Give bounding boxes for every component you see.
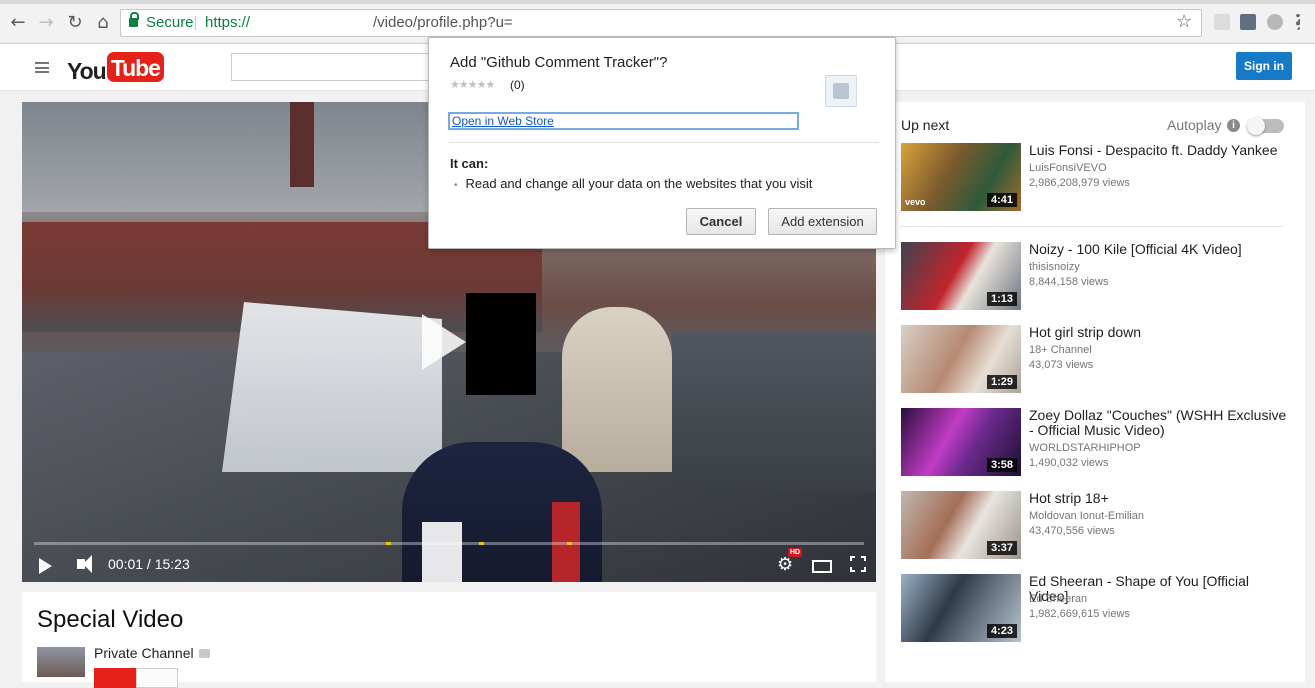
redaction-block — [466, 293, 536, 395]
video-title[interactable]: Hot girl strip down — [1029, 325, 1289, 340]
duration-badge: 4:23 — [986, 624, 1017, 638]
player-controls: 00:01 / 15:23 ⚙ HD — [22, 546, 876, 582]
video-thumbnail[interactable]: 3:37 — [901, 491, 1021, 559]
list-item[interactable]: 1:29 Hot girl strip down 18+ Channel 43,… — [901, 325, 1286, 395]
divider — [449, 142, 879, 143]
lock-icon — [129, 12, 139, 27]
video-channel: Ed Sheeran — [1029, 593, 1088, 605]
dialog-title: Add "Github Comment Tracker"? — [450, 54, 668, 71]
hd-badge: HD — [788, 548, 803, 557]
channel-name[interactable]: Private Channel — [94, 645, 210, 661]
list-item[interactable]: 4:23 Ed Sheeran - Shape of You [Official… — [901, 574, 1286, 644]
add-extension-button[interactable]: Add extension — [768, 208, 877, 235]
video-title[interactable]: Zoey Dollaz "Couches" (WSHH Exclusive - … — [1029, 408, 1289, 438]
cancel-button[interactable]: Cancel — [686, 208, 756, 235]
video-title[interactable]: Luis Fonsi - Despacito ft. Daddy Yankee — [1029, 143, 1289, 158]
vevo-logo: vevo — [905, 197, 926, 207]
duration-badge: 3:37 — [986, 541, 1017, 555]
video-frame-tent — [222, 302, 442, 472]
extension-badge-icon[interactable] — [1240, 14, 1256, 30]
ad-marker — [567, 542, 572, 545]
verified-icon — [198, 649, 210, 658]
bookmark-star-icon[interactable]: ☆ — [1176, 11, 1192, 32]
list-item[interactable]: vevo 4:41 Luis Fonsi - Despacito ft. Dadd… — [901, 143, 1286, 213]
video-channel: 18+ Channel — [1029, 344, 1092, 356]
video-thumbnail[interactable]: vevo 4:41 — [901, 143, 1021, 211]
divider — [901, 226, 1283, 227]
video-views: 43,470,556 views — [1029, 525, 1115, 537]
up-next-sidebar: Up next Autoplay i vevo 4:41 Luis Fonsi -… — [885, 102, 1305, 682]
list-item[interactable]: 3:58 Zoey Dollaz "Couches" (WSHH Exclusi… — [901, 408, 1286, 478]
duration-badge: 4:41 — [986, 193, 1017, 207]
video-thumbnail[interactable]: 1:29 — [901, 325, 1021, 393]
video-title[interactable]: Hot strip 18+ — [1029, 491, 1289, 506]
home-icon[interactable]: ⌂ — [92, 12, 114, 34]
subscriber-count — [136, 668, 178, 688]
rating-stars-icon: ★★★★★ — [450, 78, 495, 91]
time-display: 00:01 / 15:23 — [108, 556, 190, 572]
video-channel: Moldovan Ionut-Emilian — [1029, 510, 1144, 522]
forward-icon[interactable]: → — [35, 12, 57, 34]
video-frame-tower — [562, 307, 672, 472]
video-frame-roof-right — [672, 332, 876, 492]
youtube-logo[interactable]: You Tube — [67, 52, 164, 84]
extension-icon[interactable] — [1214, 14, 1230, 30]
video-views: 2,986,208,979 views — [1029, 177, 1130, 189]
video-title: Special Video — [37, 606, 184, 633]
duration-badge: 1:13 — [986, 292, 1017, 306]
channel-avatar[interactable] — [37, 647, 85, 677]
volume-icon[interactable] — [77, 555, 92, 573]
video-channel: thisisnoizy — [1029, 261, 1080, 273]
list-item[interactable]: 3:37 Hot strip 18+ Moldovan Ionut-Emilia… — [901, 491, 1286, 561]
ad-marker — [479, 542, 484, 545]
big-play-icon[interactable] — [422, 314, 466, 370]
info-icon[interactable]: i — [1227, 119, 1240, 132]
up-next-heading: Up next — [901, 117, 950, 133]
video-thumbnail[interactable]: 3:58 — [901, 408, 1021, 476]
autoplay-toggle[interactable] — [1247, 117, 1284, 135]
url-path: /video/profile.php?u= — [373, 14, 513, 31]
rating-count: (0) — [510, 78, 525, 92]
sign-in-button[interactable]: Sign in — [1236, 52, 1292, 80]
video-views: 8,844,158 views — [1029, 276, 1109, 288]
autoplay-label: Autoplay — [1167, 117, 1222, 133]
video-channel: WORLDSTARHIPHOP — [1029, 442, 1141, 454]
play-icon[interactable] — [39, 558, 52, 574]
theater-mode-icon[interactable] — [812, 560, 832, 573]
globe-icon[interactable] — [1267, 14, 1283, 30]
video-views: 43,073 views — [1029, 359, 1094, 371]
search-input[interactable] — [231, 53, 431, 81]
bullet-icon: • — [454, 180, 458, 191]
address-bar[interactable]: Secure https:// /video/profile.php?u= — [120, 9, 1202, 37]
hamburger-menu-icon[interactable] — [35, 62, 49, 73]
reload-icon[interactable]: ↻ — [64, 12, 86, 34]
secure-indicator[interactable]: Secure — [129, 10, 194, 36]
permission-item: • Read and change all your data on the we… — [454, 176, 813, 191]
video-thumbnail[interactable]: 1:13 — [901, 242, 1021, 310]
video-thumbnail[interactable]: 4:23 — [901, 574, 1021, 642]
duration-badge: 3:58 — [986, 458, 1017, 472]
tab-strip — [0, 0, 1315, 4]
settings-gear-icon[interactable]: ⚙ — [777, 554, 793, 575]
fullscreen-icon[interactable] — [850, 556, 866, 572]
video-title[interactable]: Noizy - 100 Kile [Official 4K Video] — [1029, 242, 1289, 257]
menu-icon[interactable] — [1296, 14, 1300, 30]
video-frame-steeple — [290, 102, 314, 187]
back-icon[interactable]: ← — [7, 12, 29, 34]
ad-marker — [386, 542, 391, 545]
duration-badge: 1:29 — [986, 375, 1017, 389]
url-separator — [195, 16, 196, 30]
list-item[interactable]: 1:13 Noizy - 100 Kile [Official 4K Video… — [901, 242, 1286, 312]
subscribe-button[interactable] — [94, 668, 136, 688]
video-info: Special Video Private Channel — [22, 592, 876, 688]
permissions-heading: It can: — [450, 156, 489, 171]
add-extension-dialog: Add "Github Comment Tracker"? ★★★★★ (0) … — [428, 37, 896, 249]
url-scheme: https:// — [205, 14, 251, 31]
puzzle-piece-icon — [825, 75, 857, 107]
video-views: 1,490,032 views — [1029, 457, 1109, 469]
video-channel: LuisFonsiVEVO — [1029, 162, 1107, 174]
progress-bar[interactable] — [34, 542, 864, 545]
video-views: 1,982,669,615 views — [1029, 608, 1130, 620]
open-web-store-link[interactable]: Open in Web Store — [448, 112, 799, 130]
